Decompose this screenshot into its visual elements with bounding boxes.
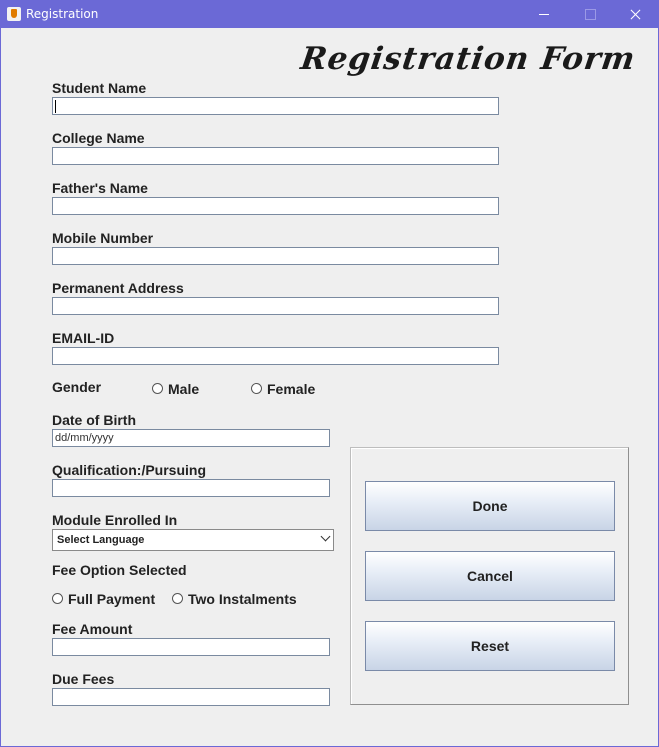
form-title: Registration Form bbox=[298, 41, 638, 77]
college-name-label: College Name bbox=[52, 130, 145, 146]
fee-full-payment-label: Full Payment bbox=[68, 591, 156, 607]
email-id-input[interactable] bbox=[52, 347, 499, 365]
radio-circle-icon bbox=[172, 593, 183, 604]
gender-male-radio[interactable]: Male bbox=[152, 381, 199, 397]
email-id-label: EMAIL-ID bbox=[52, 330, 115, 346]
fee-amount-label: Fee Amount bbox=[52, 621, 133, 637]
window-title: Registration bbox=[26, 7, 99, 21]
radio-circle-icon bbox=[52, 593, 63, 604]
radio-circle-icon bbox=[251, 383, 262, 394]
gender-female-label: Female bbox=[267, 381, 316, 397]
college-name-input[interactable] bbox=[52, 147, 499, 165]
minimize-icon[interactable] bbox=[521, 1, 567, 28]
chevron-down-icon bbox=[320, 531, 331, 542]
module-label: Module Enrolled In bbox=[52, 512, 178, 528]
due-fees-input[interactable] bbox=[52, 688, 330, 706]
fee-two-instalments-radio[interactable]: Two Instalments bbox=[172, 591, 297, 607]
module-select[interactable]: Select Language bbox=[52, 529, 334, 551]
maximize-icon[interactable] bbox=[567, 1, 613, 28]
title-bar[interactable]: Registration bbox=[1, 1, 658, 28]
java-icon bbox=[7, 7, 21, 21]
cancel-button[interactable]: Cancel bbox=[365, 551, 615, 601]
fee-option-label: Fee Option Selected bbox=[52, 562, 187, 578]
student-name-label: Student Name bbox=[52, 80, 147, 96]
gender-male-label: Male bbox=[168, 381, 200, 397]
student-name-input[interactable] bbox=[52, 97, 499, 115]
gender-label: Gender bbox=[52, 379, 102, 395]
fathers-name-label: Father's Name bbox=[52, 180, 148, 196]
text-caret bbox=[55, 100, 56, 113]
mobile-number-label: Mobile Number bbox=[52, 230, 154, 246]
gender-female-radio[interactable]: Female bbox=[251, 381, 315, 397]
mobile-number-input[interactable] bbox=[52, 247, 499, 265]
close-icon[interactable] bbox=[612, 1, 658, 28]
done-button[interactable]: Done bbox=[365, 481, 615, 531]
qualification-label: Qualification:/Pursuing bbox=[52, 462, 207, 478]
reset-button[interactable]: Reset bbox=[365, 621, 615, 671]
registration-window: Registration Registration Form Student N… bbox=[0, 0, 659, 747]
qualification-input[interactable] bbox=[52, 479, 330, 497]
module-selected-value: Select Language bbox=[57, 534, 145, 546]
fee-amount-input[interactable] bbox=[52, 638, 330, 656]
date-of-birth-label: Date of Birth bbox=[52, 412, 136, 428]
fathers-name-input[interactable] bbox=[52, 197, 499, 215]
permanent-address-input[interactable] bbox=[52, 297, 499, 315]
radio-circle-icon bbox=[152, 383, 163, 394]
fee-full-payment-radio[interactable]: Full Payment bbox=[52, 591, 155, 607]
permanent-address-label: Permanent Address bbox=[52, 280, 184, 296]
fee-two-instalments-label: Two Instalments bbox=[188, 591, 297, 607]
date-of-birth-input[interactable]: dd/mm/yyyy bbox=[52, 429, 330, 447]
due-fees-label: Due Fees bbox=[52, 671, 115, 687]
